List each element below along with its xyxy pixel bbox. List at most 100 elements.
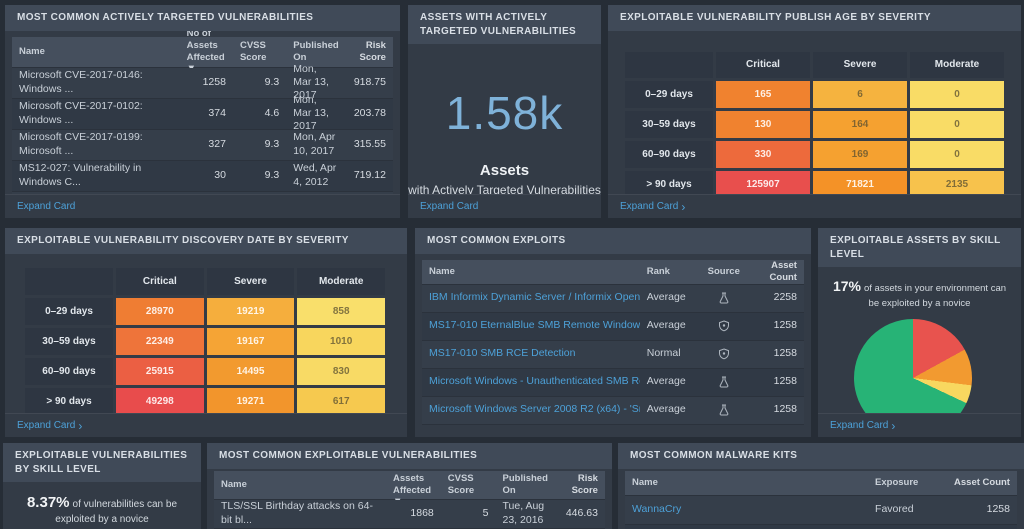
col-asset-count[interactable]: Asset Count xyxy=(943,473,1017,493)
table-row[interactable]: WannaCry Favored 1258 xyxy=(625,496,1017,525)
col-risk-score[interactable]: Risk Score xyxy=(343,36,393,68)
vuln-name: Microsoft CVE-2017-0199: Microsoft ... xyxy=(12,127,180,161)
skill-summary: 8.37%of vulnerabilities can be exploited… xyxy=(3,482,201,527)
heatmap-cell: 130 xyxy=(716,111,810,138)
heatmap-cell: 2135 xyxy=(910,171,1004,195)
col-name[interactable]: Name xyxy=(214,475,386,495)
card-body: Name Exposure Asset Count WannaCry Favor… xyxy=(618,469,1024,529)
table-row[interactable]: IBM Informix Dynamic Server / Informix O… xyxy=(422,285,804,313)
col-cvss-score[interactable]: CVSS Score xyxy=(233,36,286,68)
exploit-name-link[interactable]: Microsoft Windows Server 2008 R2 (x64) -… xyxy=(422,399,640,420)
col-cvss-score[interactable]: CVSS Score xyxy=(441,469,496,501)
col-name[interactable]: Name xyxy=(12,42,180,62)
expand-card-label: Expand Card xyxy=(17,420,75,431)
heatmap-cell: 22349 xyxy=(116,328,204,355)
heatmap-cell: 25915 xyxy=(116,358,204,385)
card-body: 8.37%of vulnerabilities can be exploited… xyxy=(3,482,201,529)
table-row[interactable]: MS12-027: Vulnerability in Windows C... … xyxy=(12,161,393,192)
col-rank[interactable]: Rank xyxy=(640,262,701,282)
expand-card-link[interactable]: Expand Card › xyxy=(818,413,1021,437)
chevron-right-icon: › xyxy=(891,422,895,430)
col-name[interactable]: Name xyxy=(625,473,868,493)
heatmap-corner xyxy=(25,268,113,295)
row-label: 30–59 days xyxy=(25,328,113,355)
malware-name-link[interactable]: WannaCry xyxy=(625,499,868,520)
heatmap-cell: 6 xyxy=(813,81,907,108)
rank-value: Average xyxy=(640,371,701,392)
skill-pie-chart xyxy=(854,319,972,413)
heatmap-cell: 71821 xyxy=(813,171,907,195)
heatmap-cell: 169 xyxy=(813,141,907,168)
assets-affected: 1258 xyxy=(180,72,233,93)
card-body: 1.58k Assets with Actively Targeted Vuln… xyxy=(408,44,601,194)
card-title: EXPLOITABLE ASSETS BY SKILL LEVEL xyxy=(818,228,1021,267)
card-malware-kits: MOST COMMON MALWARE KITS Name Exposure A… xyxy=(618,443,1024,529)
heatmap-cell: 0 xyxy=(910,81,1004,108)
table-row[interactable]: Security update for Adobe AIR (CVE-2... … xyxy=(12,192,393,195)
asset-count-stat: 1.58k xyxy=(408,86,601,140)
card-assets-targeted: ASSETS WITH ACTIVELY TARGETED VULNERABIL… xyxy=(408,5,601,218)
heatmap-cell: 830 xyxy=(297,358,385,385)
published-on: Wed, Apr 4, 2012 xyxy=(286,158,343,192)
table-row[interactable]: Microsoft CVE-2017-0102: Windows ... 374… xyxy=(12,99,393,130)
card-exploitable-vulns: MOST COMMON EXPLOITABLE VULNERABILITIES … xyxy=(207,443,612,529)
card-body: Name No of Assets Affected ▼ CVSS Score … xyxy=(207,469,612,529)
col-asset-count[interactable]: Asset Count xyxy=(747,256,804,288)
heatmap-cell: 164 xyxy=(813,111,907,138)
card-body: Critical Severe Moderate 0–29 days 28970… xyxy=(5,254,407,414)
card-title: MOST COMMON EXPLOITS xyxy=(415,228,811,254)
table-row[interactable]: MS17-010 SMB RCE Detection Normal 1258 xyxy=(422,341,804,369)
expand-card-link[interactable]: Expand Card › xyxy=(608,194,1021,218)
card-assets-by-skill: EXPLOITABLE ASSETS BY SKILL LEVEL 17%of … xyxy=(818,228,1021,437)
card-title: ASSETS WITH ACTIVELY TARGETED VULNERABIL… xyxy=(408,5,601,44)
heatmap-cell: 165 xyxy=(716,81,810,108)
col-risk-score[interactable]: Risk Score xyxy=(554,469,605,501)
col-name[interactable]: Name xyxy=(422,262,640,282)
heatmap-cell: 330 xyxy=(716,141,810,168)
expand-card-link[interactable]: Expand Card › xyxy=(5,413,407,437)
heatmap-cell: 858 xyxy=(297,298,385,325)
stat-label: Assets xyxy=(408,162,601,179)
exploit-name-link[interactable]: MS17-010 SMB RCE Detection xyxy=(422,343,640,364)
heatmap-cell: 19219 xyxy=(207,298,295,325)
assets-affected: 1868 xyxy=(386,503,441,524)
table-row[interactable]: MS17-010 EternalBlue SMB Remote Windows … xyxy=(422,313,804,341)
cvss-score: 5 xyxy=(441,503,496,524)
row-label: 30–59 days xyxy=(625,111,713,138)
expand-card-link[interactable]: Expand Card xyxy=(408,194,601,218)
discovery-date-heatmap: Critical Severe Moderate 0–29 days 28970… xyxy=(25,268,385,414)
rank-value: Average xyxy=(640,315,701,336)
skill-desc: of vulnerabilities can be exploited by a… xyxy=(55,499,177,525)
table-row[interactable]: TLS/SSL Birthday attacks on 64-bit bl...… xyxy=(214,500,605,529)
table-header-row: Name Exposure Asset Count xyxy=(625,471,1017,496)
chevron-right-icon: › xyxy=(78,422,82,430)
card-title: MOST COMMON EXPLOITABLE VULNERABILITIES xyxy=(207,443,612,469)
row-label: 60–90 days xyxy=(25,358,113,385)
heatmap-corner xyxy=(625,52,713,78)
shield-icon xyxy=(701,316,747,336)
col-moderate: Moderate xyxy=(297,268,385,295)
exploit-name-link[interactable]: Microsoft Windows - Unauthenticated SMB … xyxy=(422,371,640,392)
card-title: EXPLOITABLE VULNERABILITIES BY SKILL LEV… xyxy=(3,443,201,482)
row-label: 0–29 days xyxy=(625,81,713,108)
col-exposure[interactable]: Exposure xyxy=(868,473,942,493)
table-row[interactable]: Microsoft CVE-2017-0199: Microsoft ... 3… xyxy=(12,130,393,161)
asset-count: 1258 xyxy=(747,371,804,392)
table-header-row: Name No of Assets Affected ▼ CVSS Score … xyxy=(214,471,605,500)
card-body: Name Rank Source Asset Count IBM Informi… xyxy=(415,254,811,438)
expand-card-link[interactable]: Expand Card xyxy=(5,194,400,218)
exploit-name-link[interactable]: IBM Informix Dynamic Server / Informix O… xyxy=(422,287,640,308)
col-source[interactable]: Source xyxy=(701,262,747,282)
skill-desc: of assets in your environment can be exp… xyxy=(864,283,1006,309)
asset-count: 2258 xyxy=(747,287,804,308)
vuln-name: Microsoft CVE-2017-0146: Windows ... xyxy=(12,65,180,99)
table-row[interactable]: Microsoft Windows Server 2008 R2 (x64) -… xyxy=(422,397,804,425)
chevron-right-icon: › xyxy=(681,203,685,211)
risk-score: 918.75 xyxy=(343,72,393,93)
asset-count: 1258 xyxy=(943,499,1017,520)
col-severe: Severe xyxy=(813,52,907,78)
exploit-name-link[interactable]: MS17-010 EternalBlue SMB Remote Windows … xyxy=(422,315,640,336)
table-row[interactable] xyxy=(625,525,1017,529)
card-body: Name No of Assets Affected ▼ CVSS Score … xyxy=(5,31,400,195)
table-row[interactable]: Microsoft Windows - Unauthenticated SMB … xyxy=(422,369,804,397)
